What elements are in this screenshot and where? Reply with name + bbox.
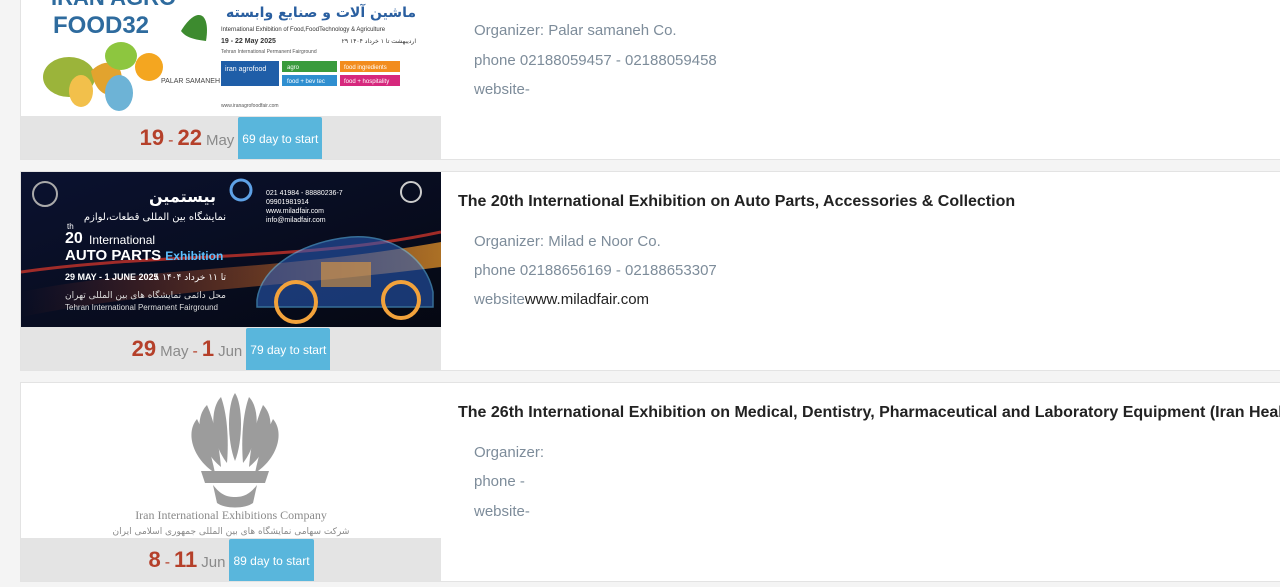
poster-fa-subtitle: نمایشگاه بین المللی قطعات،لوازم xyxy=(84,211,226,223)
exhibition-poster[interactable]: Iran International Exhibitions Company ش… xyxy=(21,383,441,539)
month: Jun xyxy=(201,554,226,571)
phone-label: phone xyxy=(474,262,516,279)
end-day: 22 xyxy=(177,125,202,150)
exhibition-poster[interactable]: IRAN AGRO FOOD32 PALAR SAMANEH Co. ماشین… xyxy=(21,0,441,118)
organizer-line: Organizer: Palar samaneh Co. xyxy=(474,22,677,39)
poster-dates: 29 MAY - 1 JUNE 2025 xyxy=(65,272,159,282)
poster-contact: 09901981914 xyxy=(266,199,309,206)
website-line: websitewww.miladfair.com xyxy=(474,291,649,308)
brand-label: iran agrofood xyxy=(225,66,266,73)
poster-subtitle: International Exhibition of Food,FoodTec… xyxy=(221,27,386,33)
start-day: 19 xyxy=(139,125,165,150)
poster-contact: info@miladfair.com xyxy=(266,217,326,224)
company-name-fa: شرکت سهامی نمایشگاه های بین المللی جمهور… xyxy=(113,525,350,537)
brand-label: food ingredients xyxy=(344,65,387,71)
organizer-label: Organizer: xyxy=(474,22,545,39)
poster-dates: 19 - 22 May 2025 xyxy=(221,38,276,45)
website-line: website- xyxy=(474,503,530,520)
phone-label: phone - xyxy=(474,473,525,490)
organizer-value: Palar samaneh Co. xyxy=(548,22,677,39)
organizer-line: Organizer: xyxy=(474,444,544,461)
logo-text: FOOD32 xyxy=(53,12,149,39)
organizer-line: Organizer: Milad e Noor Co. xyxy=(474,233,661,250)
exhibition-card: IRAN AGRO FOOD32 PALAR SAMANEH Co. ماشین… xyxy=(20,0,1280,160)
start-day: 29 xyxy=(131,336,157,361)
exhibition-card: Iran International Exhibitions Company ش… xyxy=(20,382,1280,582)
organizer-label: Organizer: xyxy=(474,233,545,250)
poster-number: 20 xyxy=(65,230,83,247)
brand-label: food + bev tec xyxy=(287,79,325,85)
organizer-label: Organizer: xyxy=(474,444,545,461)
poster-venue-fa: محل دائمی نمایشگاه های بین المللی تهران xyxy=(65,289,226,301)
phone-line: phone 02188059457 - 02188059458 xyxy=(474,52,717,69)
phone-value: 02188656169 - 02188653307 xyxy=(519,262,717,279)
start-day: 8 xyxy=(148,547,161,572)
brand-label: food + hospitality xyxy=(344,79,389,85)
start-month: May xyxy=(160,343,189,360)
end-day: 1 xyxy=(201,336,215,361)
website-label: website- xyxy=(474,503,530,520)
month: May xyxy=(205,132,235,149)
date-separator: - xyxy=(192,343,198,360)
card-media: IRAN AGRO FOOD32 PALAR SAMANEH Co. ماشین… xyxy=(21,0,441,159)
website-link[interactable]: www.miladfair.com xyxy=(525,291,649,308)
date-separator: - xyxy=(168,132,174,149)
poster-footer-url: www.iranagrofoodfair.com xyxy=(221,103,279,109)
countdown-badge: 69 day to start xyxy=(238,116,323,159)
poster-contact: 021 41984 - 88880236-7 xyxy=(266,190,343,197)
website-line: website- xyxy=(474,81,530,98)
company-name-en: Iran International Exhibitions Company xyxy=(135,508,327,522)
logo-text: IRAN AGRO xyxy=(51,0,176,10)
poster-fa-title: ماشین آلات و صنایع وابسته xyxy=(226,3,416,21)
poster-intl: International xyxy=(89,233,155,247)
date-separator: - xyxy=(164,554,171,571)
exhibition-poster[interactable]: بیستمین نمایشگاه بین المللی قطعات،لوازم … xyxy=(21,172,441,328)
poster-venue: Tehran International Permanent Fairgroun… xyxy=(65,303,218,312)
exhibition-card: بیستمین نمایشگاه بین المللی قطعات،لوازم … xyxy=(20,171,1280,371)
website-label: website- xyxy=(474,81,530,98)
poster-venue: Tehran International Permanent Fairgroun… xyxy=(221,49,317,55)
organizer-value: Milad e Noor Co. xyxy=(548,233,661,250)
exhibition-title[interactable]: The 26th International Exhibition on Med… xyxy=(458,404,1280,422)
month: Jun xyxy=(218,343,243,360)
countdown-badge: 79 day to start xyxy=(246,327,331,370)
poster-dates-fa: ۲۹ اردیبهشت تا ۱ خرداد ۱۴۰۴ xyxy=(342,38,417,45)
date-bar: 8-11 Jun 89 day to start xyxy=(21,538,441,581)
poster-name: AUTO PARTS Exhibition xyxy=(65,247,223,264)
website-label: website xyxy=(474,291,525,308)
phone-value: 02188059457 - 02188059458 xyxy=(519,52,717,69)
countdown-badge: 89 day to start xyxy=(229,538,314,581)
date-bar: 29 May -1 Jun 79 day to start xyxy=(21,327,441,370)
end-day: 11 xyxy=(174,547,198,572)
poster-name-a: AUTO PARTS xyxy=(65,247,161,264)
phone-line: phone 02188656169 - 02188653307 xyxy=(474,262,717,279)
phone-line: phone - xyxy=(474,473,525,490)
phone-label: phone xyxy=(474,52,516,69)
card-media: Iran International Exhibitions Company ش… xyxy=(21,383,441,581)
brand-label: agro xyxy=(287,65,300,71)
card-media: بیستمین نمایشگاه بین المللی قطعات،لوازم … xyxy=(21,172,441,370)
poster-dates-fa: ۸ تا ۱۱ خرداد ۱۴۰۴ xyxy=(154,273,226,283)
poster-fa-title: بیستمین xyxy=(149,187,216,206)
poster-name-b: Exhibition xyxy=(165,249,223,263)
date-bar: 19-22 May 69 day to start xyxy=(21,116,441,159)
exhibition-title[interactable]: The 20th International Exhibition on Aut… xyxy=(458,193,1015,211)
poster-contact: www.miladfair.com xyxy=(265,208,324,215)
